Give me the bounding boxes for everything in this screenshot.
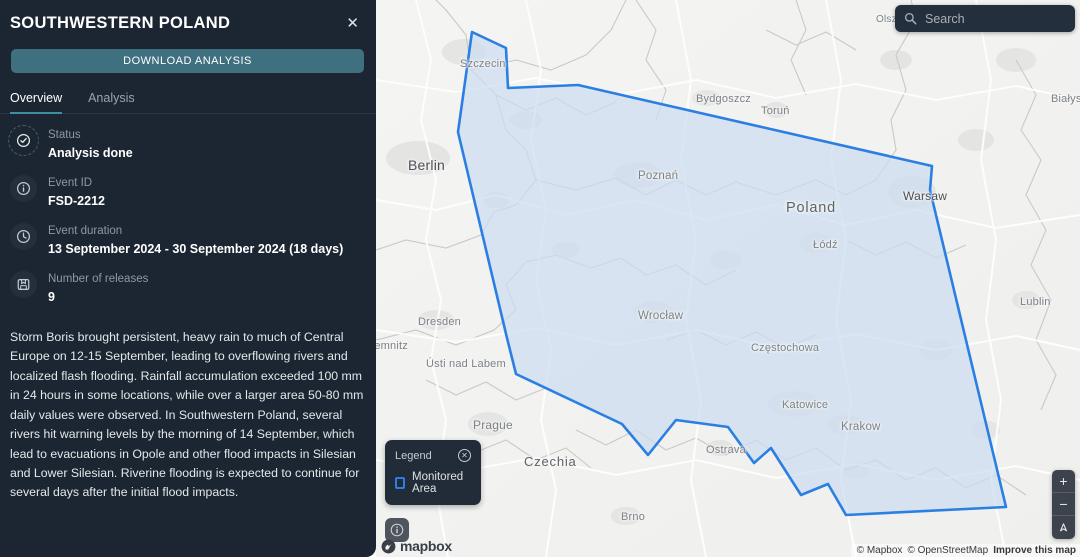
info-row-text: Number of releases 9 [48, 271, 148, 306]
legend-title: Legend [395, 449, 432, 462]
info-circle-icon [10, 175, 37, 203]
page-title: SOUTHWESTERN POLAND [10, 14, 231, 32]
info-row-text: Status Analysis done [48, 127, 133, 162]
legend-swatch [395, 477, 406, 489]
app-root: Szczecin Berlin Bydgoszcz Toruń Białys Poznań… [0, 0, 1080, 557]
map-legend[interactable]: Legend ✕ Monitored Area [385, 440, 481, 505]
package-icon [10, 271, 37, 299]
info-row-value: FSD-2212 [48, 193, 105, 208]
search-input[interactable] [925, 11, 1066, 26]
map-attribution: © Mapbox © OpenStreetMap Improve this ma… [850, 544, 1080, 557]
tab-overview[interactable]: Overview [10, 91, 74, 114]
search-icon [904, 12, 917, 25]
event-description: Storm Boris brought persistent, heavy ra… [10, 330, 364, 500]
info-row: Event ID FSD-2212 [10, 175, 366, 210]
info-row-value: 9 [48, 289, 55, 304]
attribution-osm[interactable]: © OpenStreetMap [907, 545, 988, 556]
map-zoom-controls[interactable]: + − [1052, 470, 1075, 539]
mapbox-logo-text: mapbox [400, 538, 452, 554]
close-icon[interactable]: ✕ [343, 14, 362, 33]
mapbox-mark-icon [381, 539, 396, 553]
check-circle-icon [8, 125, 39, 156]
legend-item-label: Monitored Area [412, 471, 464, 495]
info-row-label: Event duration [48, 225, 123, 238]
clock-icon [10, 223, 37, 251]
close-circle-icon[interactable]: ✕ [458, 449, 471, 462]
info-row: Event duration 13 September 2024 - 30 Sep… [10, 223, 366, 258]
map-canvas[interactable]: Szczecin Berlin Bydgoszcz Toruń Białys Poznań… [376, 0, 1080, 557]
mapbox-logo[interactable]: mapbox [381, 538, 452, 554]
info-row-label: Status [48, 129, 81, 141]
info-row-value: Analysis done [48, 145, 133, 160]
sidebar-header: SOUTHWESTERN POLAND ✕ [0, 0, 376, 33]
info-row-value: 13 September 2024 - 30 September 2024 (1… [48, 241, 344, 256]
map-search-box[interactable] [895, 5, 1075, 32]
legend-item-monitored-area[interactable]: Monitored Area [395, 471, 471, 495]
info-row: Status Analysis done [8, 125, 366, 162]
sidebar-tabs[interactable]: Overview Analysis [0, 91, 376, 114]
download-analysis-button[interactable]: DOWNLOAD ANALYSIS [11, 49, 364, 73]
compass-icon[interactable] [1052, 516, 1075, 539]
map-vector-layer [376, 0, 1080, 557]
info-row-text: Event ID FSD-2212 [48, 175, 105, 210]
tab-analysis[interactable]: Analysis [88, 91, 147, 113]
info-row-label: Event ID [48, 177, 93, 190]
details-sidebar: SOUTHWESTERN POLAND ✕ DOWNLOAD ANALYSIS … [0, 0, 376, 557]
info-row-label: Number of releases [48, 273, 149, 286]
attribution-mapbox[interactable]: © Mapbox [857, 545, 903, 556]
info-rows: Status Analysis done Event ID FSD-2212 Event… [0, 114, 376, 319]
zoom-out-button[interactable]: − [1052, 493, 1075, 516]
zoom-in-button[interactable]: + [1052, 470, 1075, 493]
legend-header: Legend ✕ [395, 449, 471, 462]
info-row-text: Event duration 13 September 2024 - 30 Sep… [48, 223, 343, 258]
info-row: Number of releases 9 [10, 271, 366, 306]
attribution-improve-link[interactable]: Improve this map [993, 545, 1076, 556]
